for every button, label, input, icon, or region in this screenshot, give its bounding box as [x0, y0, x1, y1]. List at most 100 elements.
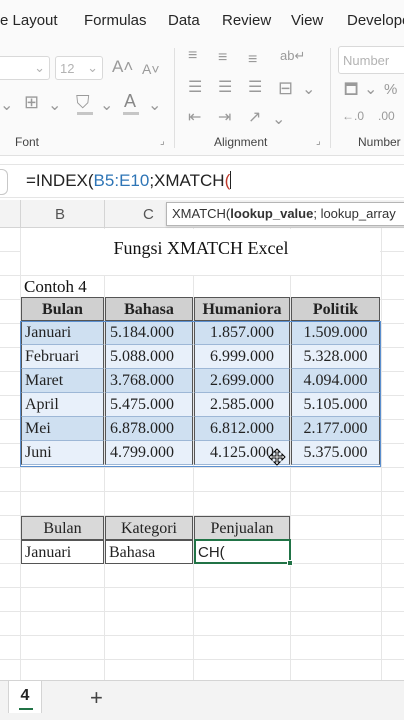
- sheet-tab-bar: 4 +: [0, 680, 404, 720]
- tab-developer[interactable]: Develope: [347, 12, 404, 29]
- fill-color-icon[interactable]: ⛉: [76, 93, 90, 111]
- chevron-down-icon[interactable]: ⌄: [272, 112, 285, 128]
- ribbon-separator: [174, 48, 175, 148]
- chevron-down-icon[interactable]: ⌄: [364, 82, 377, 98]
- table-cell[interactable]: Juni: [21, 441, 104, 465]
- column-separator: [104, 200, 105, 228]
- decrease-decimal-icon[interactable]: .00: [378, 108, 395, 124]
- percent-style-icon[interactable]: %: [384, 82, 397, 98]
- chevron-down-icon[interactable]: ⌄: [100, 98, 113, 114]
- formula-input[interactable]: =INDEX(B5:E10;XMATCH(: [26, 171, 232, 191]
- currency-format-icon[interactable]: 🗖: [344, 82, 358, 98]
- table-cell[interactable]: Februari: [21, 345, 104, 369]
- move-cursor-icon: [268, 448, 286, 466]
- formula-function: ;XMATCH: [149, 171, 225, 190]
- font-dialog-launcher-icon[interactable]: ⌟: [160, 136, 165, 147]
- decrease-font-icon[interactable]: A˅: [142, 61, 160, 77]
- increase-decimal-icon[interactable]: ←.0: [342, 108, 364, 124]
- formula-bar: =INDEX(B5:E10;XMATCH(: [0, 164, 404, 198]
- chevron-down-icon[interactable]: ⌄: [302, 82, 315, 98]
- grid-column-line: [381, 228, 382, 680]
- tab-review[interactable]: Review: [222, 12, 271, 29]
- font-color-swatch: [123, 112, 139, 115]
- borders-icon[interactable]: ⊞: [24, 93, 39, 111]
- tooltip-current-arg[interactable]: lookup_value: [230, 206, 313, 221]
- table-cell[interactable]: 4.094.000: [291, 369, 380, 393]
- align-right-icon[interactable]: ☰: [248, 80, 262, 96]
- lookup-header-cell[interactable]: Bulan: [21, 516, 104, 540]
- ribbon: ⌄ 12 ⌄ A˄ A˅ ⌄ ⊞ ⌄ ⛉ ⌄ A ⌄ Font ⌟ ≡ ≡ ≡ …: [0, 44, 404, 156]
- table-header-cell[interactable]: Politik: [291, 297, 380, 321]
- ribbon-tab-bar: e Layout Formulas Data Review View Devel…: [0, 0, 404, 44]
- group-label-number: Number: [358, 135, 401, 149]
- fill-handle[interactable]: [287, 560, 293, 566]
- table-cell[interactable]: 5.088.000: [105, 345, 193, 369]
- align-center-icon[interactable]: ☰: [218, 80, 232, 96]
- tab-data[interactable]: Data: [168, 12, 200, 29]
- chevron-down-icon[interactable]: ⌄: [148, 98, 161, 114]
- lookup-header-cell[interactable]: Kategori: [105, 516, 193, 540]
- lookup-value-cell[interactable]: Bahasa: [105, 540, 193, 564]
- table-cell[interactable]: 6.812.000: [194, 417, 290, 441]
- active-cell[interactable]: [194, 539, 291, 564]
- chevron-down-icon: ⌄: [87, 60, 98, 75]
- align-bottom-icon[interactable]: ≡: [248, 52, 257, 68]
- formula-range-reference: B5:E10: [93, 171, 150, 190]
- font-color-icon[interactable]: A: [124, 92, 136, 110]
- sheet-tab-4[interactable]: 4: [8, 681, 42, 713]
- column-header-b[interactable]: B: [55, 206, 65, 223]
- add-sheet-button[interactable]: +: [90, 685, 103, 711]
- name-box[interactable]: [0, 169, 8, 195]
- table-cell[interactable]: April: [21, 393, 104, 417]
- chevron-down-icon[interactable]: ⌄: [48, 98, 61, 114]
- alignment-dialog-launcher-icon[interactable]: ⌟: [316, 136, 321, 147]
- table-header-cell[interactable]: Bahasa: [105, 297, 193, 321]
- chevron-down-icon[interactable]: ⌄: [0, 98, 13, 114]
- table-cell[interactable]: 2.585.000: [194, 393, 290, 417]
- table-cell[interactable]: Mei: [21, 417, 104, 441]
- increase-indent-icon[interactable]: ⇥: [218, 110, 231, 126]
- table-cell[interactable]: 5.105.000: [291, 393, 380, 417]
- tab-formulas[interactable]: Formulas: [84, 12, 147, 29]
- column-separator: [20, 200, 21, 228]
- group-label-alignment: Alignment: [214, 135, 268, 149]
- table-cell[interactable]: 2.177.000: [291, 417, 380, 441]
- tab-view[interactable]: View: [291, 12, 323, 29]
- sheet-title: Fungsi XMATCH Excel: [113, 238, 289, 258]
- align-top-icon[interactable]: ≡: [188, 48, 197, 64]
- table-header-cell[interactable]: Bulan: [21, 297, 104, 321]
- table-cell[interactable]: Maret: [21, 369, 104, 393]
- tab-page-layout[interactable]: e Layout: [0, 12, 58, 29]
- number-format-value: Number: [343, 53, 390, 68]
- table-cell[interactable]: Januari: [21, 321, 104, 345]
- font-size-dropdown[interactable]: 12 ⌄: [55, 56, 103, 80]
- wrap-text-icon[interactable]: ab↵: [280, 48, 305, 64]
- lookup-header-cell[interactable]: Penjualan: [194, 516, 290, 540]
- orientation-icon[interactable]: ↗: [248, 110, 261, 126]
- align-left-icon[interactable]: ☰: [188, 80, 202, 96]
- lookup-value-cell[interactable]: Januari: [21, 540, 104, 564]
- table-cell[interactable]: 6.878.000: [105, 417, 193, 441]
- number-format-dropdown[interactable]: Number: [338, 46, 404, 74]
- table-cell[interactable]: 3.768.000: [105, 369, 193, 393]
- table-cell[interactable]: 4.799.000: [105, 441, 193, 465]
- column-header-c[interactable]: C: [143, 206, 154, 223]
- table-cell[interactable]: 5.375.000: [291, 441, 380, 465]
- increase-font-icon[interactable]: A˄: [112, 58, 133, 75]
- font-name-dropdown[interactable]: ⌄: [0, 56, 50, 80]
- table-cell[interactable]: 5.184.000: [105, 321, 193, 345]
- ribbon-separator: [330, 48, 331, 148]
- table-cell[interactable]: 5.475.000: [105, 393, 193, 417]
- text-caret: [230, 171, 232, 189]
- table-cell[interactable]: 6.999.000: [194, 345, 290, 369]
- table-cell[interactable]: 5.328.000: [291, 345, 380, 369]
- font-size-value: 12: [60, 61, 75, 76]
- align-middle-icon[interactable]: ≡: [218, 50, 227, 66]
- merge-center-icon[interactable]: ⊟: [278, 79, 293, 97]
- table-header-cell[interactable]: Humaniora: [194, 297, 290, 321]
- formula-prefix: =INDEX(: [26, 171, 94, 190]
- decrease-indent-icon[interactable]: ⇤: [188, 110, 201, 126]
- table-cell[interactable]: 1.509.000: [291, 321, 380, 345]
- table-cell[interactable]: 2.699.000: [194, 369, 290, 393]
- table-cell[interactable]: 1.857.000: [194, 321, 290, 345]
